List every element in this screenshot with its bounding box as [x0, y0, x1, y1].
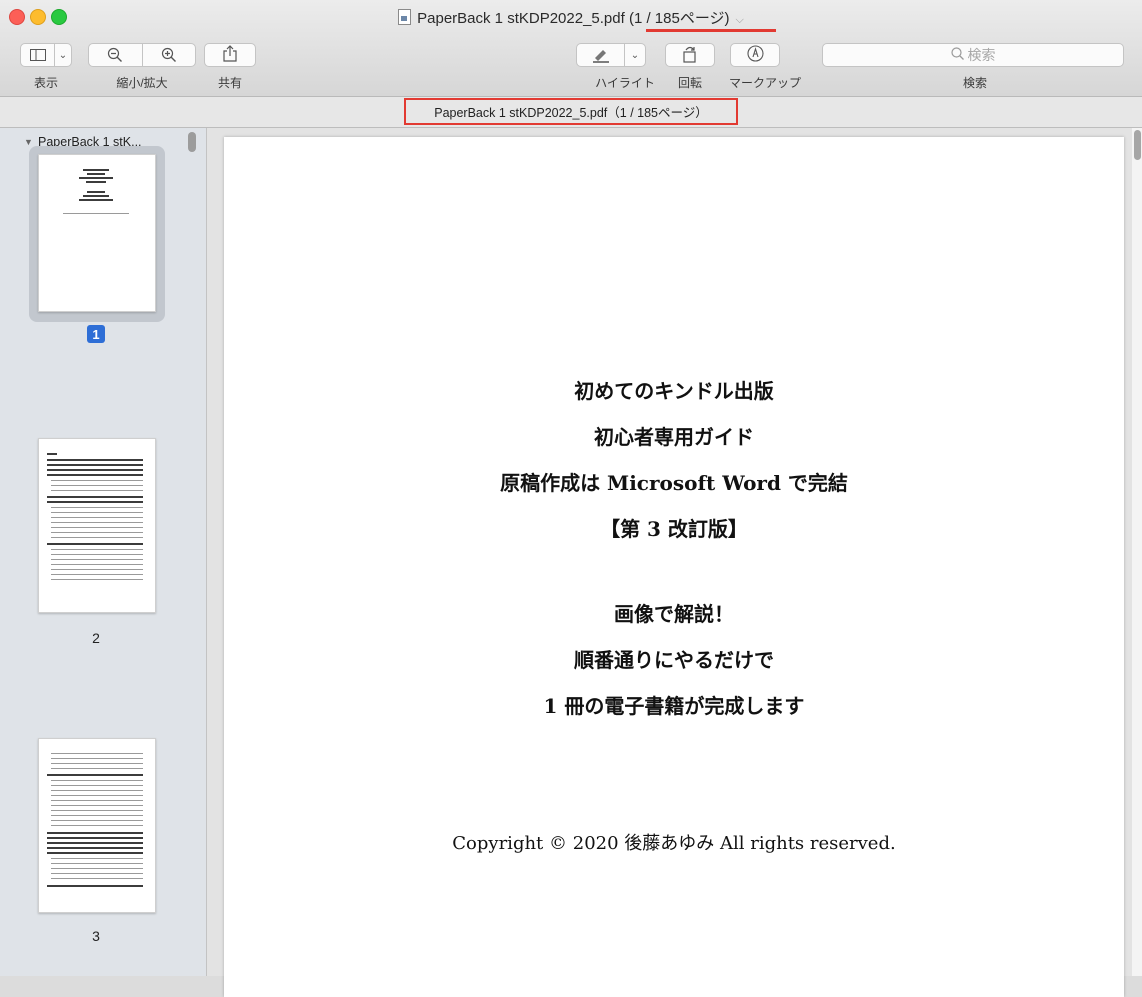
document-title-highlight: PaperBack 1 stKDP2022_5.pdf（1 / 185ページ） — [404, 98, 738, 125]
markup-pen-icon — [746, 45, 764, 65]
chevron-down-icon: ⌄ — [54, 44, 71, 66]
sidebar-toggle-icon — [21, 44, 54, 66]
markup-button[interactable] — [730, 43, 780, 67]
highlight-button[interactable]: ⌄ — [576, 43, 646, 67]
rotate-label: 回転 — [677, 76, 702, 90]
document-title-text: PaperBack 1 stKDP2022_5.pdf（1 / 185ページ） — [434, 106, 708, 120]
highlight-label: ハイライト — [595, 76, 655, 90]
page-number-3: 3 — [92, 928, 100, 944]
page-subtitle-line: 初心者専用ガイド — [594, 425, 754, 449]
page-edition-line: 【第 3 改訂版】 — [600, 517, 748, 541]
share-button[interactable] — [204, 43, 256, 67]
window-title[interactable]: PaperBack 1 stKDP2022_5.pdf (1 / 185ページ)… — [0, 8, 1142, 31]
sidebar-scrollbar[interactable] — [188, 132, 196, 152]
view-button[interactable]: ⌄ — [20, 43, 72, 67]
search-label: 検索 — [962, 76, 987, 90]
page-number-1: 1 — [87, 325, 105, 343]
document-view[interactable]: 初めてのキンドル出版 初心者専用ガイド 原稿作成は Microsoft Word… — [207, 128, 1142, 997]
zoom-in-icon[interactable] — [141, 44, 196, 66]
page-text-line: 順番通りにやるだけで — [574, 648, 774, 672]
page-text-line: 1 冊の電子書籍が完成します — [543, 694, 805, 718]
chevron-down-icon: ⌄ — [624, 44, 645, 66]
scrollbar-knob[interactable] — [1134, 130, 1141, 160]
rotate-button[interactable] — [665, 43, 715, 67]
highlighter-icon — [577, 44, 624, 66]
window-title-page-indicator: (1 / 185ページ) — [628, 10, 730, 27]
search-placeholder: 検索 — [967, 47, 996, 63]
search-field[interactable]: 検索 — [822, 43, 1124, 67]
rotate-icon — [682, 45, 698, 66]
chevron-down-icon[interactable]: ⌵ — [736, 14, 744, 26]
pdf-document-icon — [398, 9, 412, 25]
copyright-text: Copyright © 2020 後藤あゆみ All rights reserv… — [452, 833, 896, 854]
view-label: 表示 — [33, 76, 58, 90]
page-number-2: 2 — [92, 630, 100, 646]
search-icon — [950, 47, 964, 63]
title-bar: PaperBack 1 stKDP2022_5.pdf (1 / 185ページ)… — [0, 0, 1142, 97]
zoom-out-icon[interactable] — [89, 44, 142, 66]
page-thumbnail-1[interactable] — [38, 154, 156, 312]
disclosure-triangle-icon[interactable]: ▼ — [24, 137, 33, 147]
document-scrollbar[interactable] — [1132, 128, 1142, 976]
window-title-filename: PaperBack 1 stKDP2022_5.pdf — [417, 10, 625, 27]
zoom-label: 縮小/拡大 — [116, 76, 168, 90]
zoom-control[interactable] — [88, 43, 196, 67]
share-icon — [223, 45, 237, 65]
page-thumbnail-2[interactable] — [38, 438, 156, 613]
markup-label: マークアップ — [728, 76, 801, 90]
page-title-line: 初めてのキンドル出版 — [574, 379, 774, 403]
document-title-bar: PaperBack 1 stKDP2022_5.pdf（1 / 185ページ） — [0, 97, 1142, 128]
annotation-underline — [646, 29, 776, 32]
share-label: 共有 — [217, 76, 242, 90]
page-text-line: 画像で解説！ — [614, 602, 734, 626]
pdf-page: 初めてのキンドル出版 初心者専用ガイド 原稿作成は Microsoft Word… — [224, 137, 1124, 997]
page-thumbnail-3[interactable] — [38, 738, 156, 913]
page-text-line: 原稿作成は Microsoft Word で完結 — [500, 471, 848, 495]
